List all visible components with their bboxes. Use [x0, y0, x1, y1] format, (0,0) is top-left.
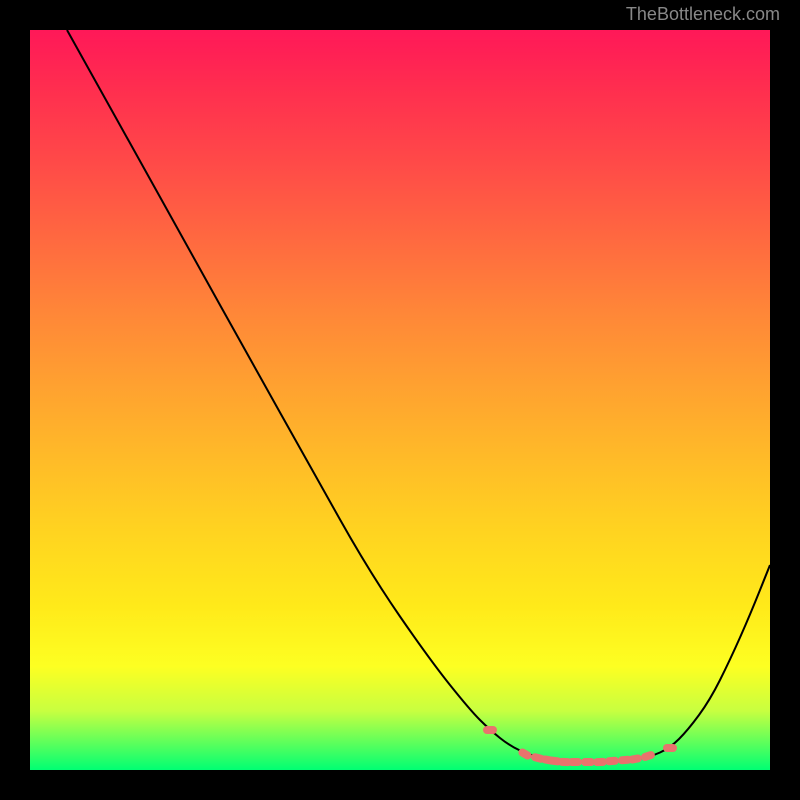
bottleneck-chart [30, 30, 770, 770]
valley-marker [640, 750, 656, 762]
valley-marker [581, 758, 595, 766]
valley-marker [605, 756, 620, 765]
valley-marker [663, 744, 677, 752]
chart-area [30, 30, 770, 770]
bottleneck-curve-line [67, 30, 770, 762]
valley-marker [627, 754, 642, 764]
valley-marker [568, 758, 582, 766]
valley-marker [593, 758, 607, 767]
attribution-text: TheBottleneck.com [626, 4, 780, 25]
valley-marker [483, 726, 497, 734]
